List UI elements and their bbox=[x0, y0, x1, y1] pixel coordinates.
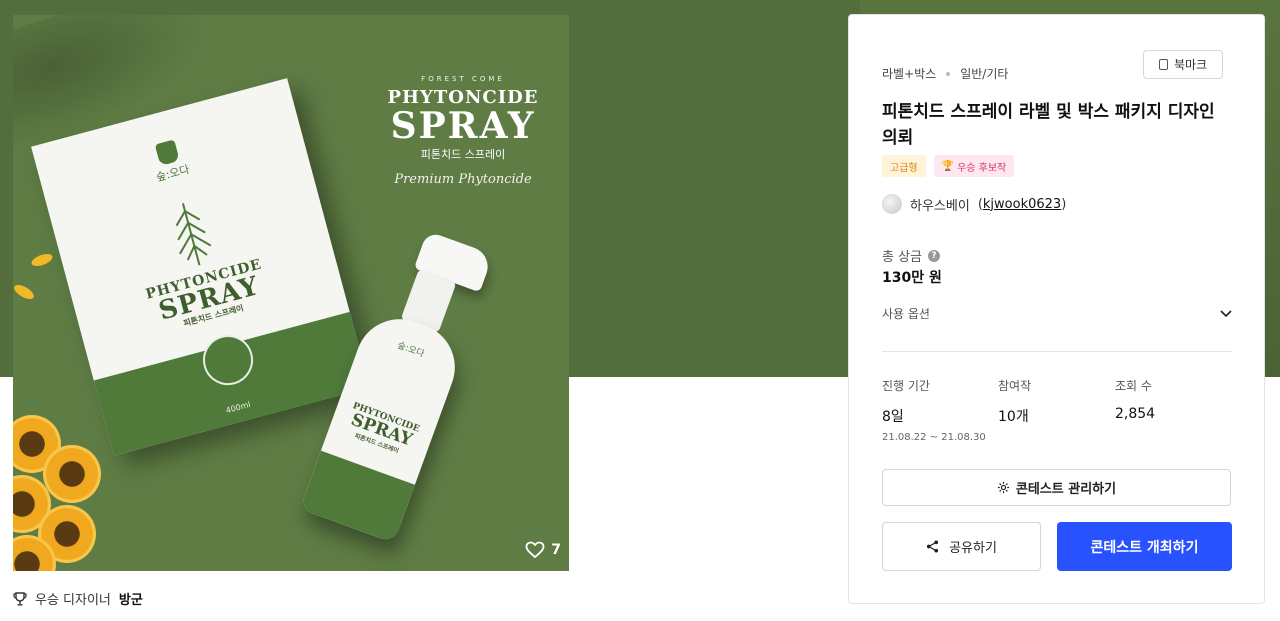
prize-label: 총 상금 ? bbox=[882, 246, 941, 265]
petal-decoration bbox=[29, 251, 55, 269]
stat-entries-label: 참여작 bbox=[998, 379, 1032, 393]
bookmark-label: 북마크 bbox=[1173, 58, 1208, 72]
contest-title: 피톤치드 스프레이 라벨 및 박스 패키지 디자인 의뢰 bbox=[882, 102, 1215, 148]
share-icon bbox=[927, 540, 939, 553]
petal-decoration bbox=[13, 282, 37, 302]
stat-period-label: 진행 기간 bbox=[882, 379, 930, 393]
share-label: 공유하기 bbox=[949, 541, 997, 556]
headline-kr: 피톤치드 스프레이 bbox=[420, 148, 506, 161]
prize-amount: 130만 원 bbox=[882, 270, 942, 286]
chevron-down-icon bbox=[1220, 309, 1232, 317]
prize-label-text: 총 상금 bbox=[882, 250, 923, 265]
artwork-headline: FOREST COME PHYTONCIDE SPRAY 피톤치드 스프레이 P… bbox=[373, 75, 553, 187]
product-box: 숲:오다 PHYTONCIDE SPRAY 피톤치드 스프레이 400ml bbox=[31, 78, 370, 456]
breadcrumb-subcategory[interactable]: 일반/기타 bbox=[960, 65, 1008, 82]
winner-candidate-tag: 🏆 우승 후보작 bbox=[933, 155, 1015, 177]
host-contest-button[interactable]: 콘테스트 개최하기 bbox=[1057, 522, 1232, 571]
bookmark-button[interactable]: 북마크 bbox=[1143, 50, 1223, 79]
brand-logo: 숲:오다 bbox=[135, 134, 203, 188]
contest-info-panel: 라벨+박스 일반/기타 북마크 피톤치드 스프레이 라벨 및 박스 패키지 디자… bbox=[848, 14, 1265, 604]
manage-contest-label: 콘테스트 관리하기 bbox=[1015, 482, 1117, 497]
bottle-title: PHYTONCIDE SPRAY 피톤치드 스프레이 bbox=[328, 396, 434, 464]
stat-period-range: 21.08.22 ~ 21.08.30 bbox=[882, 432, 986, 443]
divider bbox=[882, 351, 1232, 352]
brand-name: 숲:오다 bbox=[154, 162, 191, 185]
stat-entries-value: 10개 bbox=[998, 409, 1029, 425]
stat-period-value: 8일 bbox=[882, 409, 904, 425]
host-id-link[interactable]: kjwook0623 bbox=[983, 197, 1061, 212]
bottle-brand: 숲:오다 bbox=[395, 340, 426, 360]
tree-icon bbox=[175, 203, 212, 266]
headline-spray: SPRAY bbox=[390, 105, 536, 147]
grade-tag: 고급형 bbox=[882, 155, 926, 177]
contest-host[interactable]: 하우스베이 (kjwook0623) bbox=[882, 194, 1066, 214]
breadcrumb: 라벨+박스 일반/기타 bbox=[882, 65, 1008, 82]
like-count: 7 bbox=[551, 542, 561, 558]
bottle-green-band bbox=[299, 450, 415, 544]
gear-icon bbox=[997, 481, 1009, 494]
headline-forest: FOREST COME bbox=[421, 75, 505, 83]
share-button[interactable]: 공유하기 bbox=[882, 522, 1041, 571]
trophy-icon bbox=[13, 591, 27, 605]
headline-script: Premium Phytoncide bbox=[394, 172, 532, 187]
heart-icon bbox=[525, 541, 545, 559]
manage-contest-button[interactable]: 콘테스트 관리하기 bbox=[882, 469, 1231, 506]
usage-options-toggle[interactable]: 사용 옵션 bbox=[882, 305, 1232, 322]
winner-designer: 우승 디자이너 방군 bbox=[13, 589, 143, 608]
stat-views-value: 2,854 bbox=[1115, 406, 1156, 422]
like-button[interactable]: 7 bbox=[525, 541, 561, 559]
winner-label: 우승 디자이너 bbox=[35, 593, 111, 608]
help-icon[interactable]: ? bbox=[928, 249, 941, 262]
stat-views: 조회 수 2,854 bbox=[1115, 377, 1155, 422]
avatar bbox=[882, 194, 902, 214]
stat-views-label: 조회 수 bbox=[1115, 379, 1152, 393]
breadcrumb-category[interactable]: 라벨+박스 bbox=[882, 65, 936, 82]
winner-candidate-label: 우승 후보작 bbox=[957, 162, 1007, 174]
contest-tags: 고급형 🏆 우승 후보작 bbox=[882, 155, 1015, 177]
winner-name[interactable]: 방군 bbox=[119, 589, 143, 608]
trophy-icon: 🏆 bbox=[941, 160, 955, 172]
usage-options-label: 사용 옵션 bbox=[882, 307, 930, 321]
contest-artwork-image[interactable]: 숲:오다 PHYTONCIDE SPRAY 피톤치드 스프레이 400ml FO… bbox=[13, 15, 569, 571]
stat-period: 진행 기간 8일 21.08.22 ~ 21.08.30 bbox=[882, 377, 986, 443]
host-name: 하우스베이 bbox=[910, 198, 970, 214]
bookmark-icon bbox=[1158, 59, 1168, 70]
stat-entries: 참여작 10개 bbox=[998, 377, 1031, 426]
breadcrumb-separator bbox=[946, 71, 951, 76]
